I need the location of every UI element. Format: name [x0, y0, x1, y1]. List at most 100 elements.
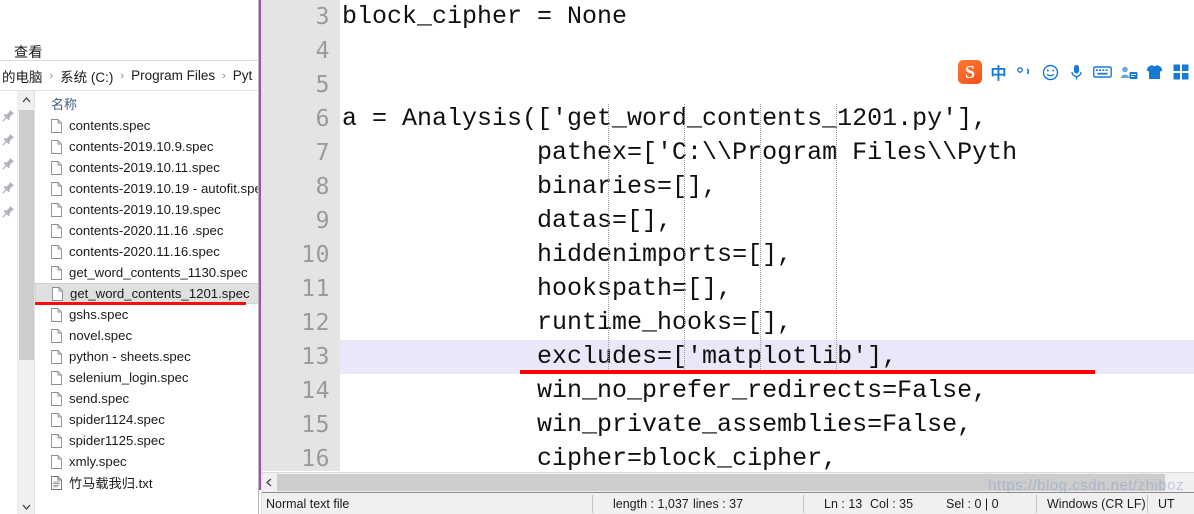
status-lines: lines : 37	[693, 496, 744, 511]
file-icon	[51, 412, 62, 427]
code-line[interactable]: 11 hookspath=[],	[262, 272, 1194, 306]
code-line-current[interactable]: 13 excludes=['matplotlib'],	[262, 340, 1194, 374]
file-row[interactable]: python - sheets.spec	[35, 346, 262, 367]
code-line-text[interactable]: pathex=['C:\\Program Files\\Pyth	[340, 136, 1194, 170]
navigation-pane[interactable]	[0, 91, 17, 514]
breadcrumb-item[interactable]: 系统 (C:)	[58, 66, 115, 86]
explorer-ribbon-strip	[0, 0, 262, 17]
explorer-body: 名称 contents.spec contents-2019.10.9.spec c…	[0, 90, 262, 514]
keyboard-icon[interactable]	[1093, 61, 1112, 83]
file-icon	[51, 139, 62, 154]
file-icon	[51, 118, 62, 133]
code-line-text[interactable]: hookspath=[],	[340, 272, 1194, 306]
pin-icon[interactable]	[2, 181, 15, 194]
code-line-text[interactable]: block_cipher = None	[340, 0, 1194, 34]
file-name-label: 竹马载我归.txt	[69, 476, 153, 491]
code-line-text[interactable]: win_no_prefer_redirects=False,	[340, 374, 1194, 408]
pin-icon[interactable]	[2, 109, 15, 122]
code-line[interactable]: 9 datas=[],	[262, 204, 1194, 238]
file-row-selected[interactable]: get_word_contents_1201.spec	[35, 283, 262, 304]
code-line[interactable]: 7 pathex=['C:\\Program Files\\Pyth	[262, 136, 1194, 170]
file-row[interactable]: contents-2019.10.19 - autofit.spe	[35, 178, 262, 199]
chevron-up-icon[interactable]	[18, 91, 35, 108]
file-icon	[51, 391, 62, 406]
file-name-label: spider1124.spec	[69, 412, 165, 427]
file-name-label: contents-2019.10.11.spec	[69, 160, 220, 175]
code-line[interactable]: 6a = Analysis(['get_word_contents_1201.p…	[262, 102, 1194, 136]
code-line[interactable]: 16 cipher=block_cipher,	[262, 442, 1194, 471]
pin-icon[interactable]	[2, 157, 15, 170]
status-length: length : 1,037	[613, 496, 689, 511]
file-name-label: spider1125.spec	[69, 433, 165, 448]
code-line-text[interactable]: binaries=[],	[340, 170, 1194, 204]
file-row[interactable]: novel.spec	[35, 325, 262, 346]
file-name-label: python - sheets.spec	[69, 349, 191, 364]
sogou-ime-toolbar[interactable]: S 中	[956, 57, 1192, 87]
chinese-mode-icon[interactable]: 中	[989, 61, 1008, 83]
line-number: 4	[262, 34, 340, 68]
code-line[interactable]: 12 runtime_hooks=[],	[262, 306, 1194, 340]
file-row[interactable]: send.spec	[35, 388, 262, 409]
file-icon	[51, 244, 62, 259]
chevron-left-icon[interactable]	[262, 473, 276, 492]
code-line[interactable]: 10 hiddenimports=[],	[262, 238, 1194, 272]
file-row[interactable]: 竹马载我归.txt	[35, 472, 262, 493]
file-row[interactable]: get_word_contents_1130.spec	[35, 262, 262, 283]
hscrollbar-thumb[interactable]	[277, 474, 1165, 491]
tab-view[interactable]: 查看	[14, 42, 43, 62]
breadcrumb-item[interactable]: 的电脑	[0, 66, 45, 86]
nav-vertical-scrollbar[interactable]	[17, 91, 35, 514]
code-line[interactable]: 3 block_cipher = None	[262, 0, 1194, 34]
red-annotation-underline-file	[35, 302, 246, 305]
file-row[interactable]: gshs.spec	[35, 304, 262, 325]
line-number: 12	[262, 306, 340, 340]
pin-icon[interactable]	[2, 205, 15, 218]
file-row[interactable]: spider1125.spec	[35, 430, 262, 451]
microphone-icon[interactable]	[1067, 61, 1086, 83]
file-row[interactable]: contents-2020.11.16 .spec	[35, 220, 262, 241]
status-doc-type: Normal text file	[266, 496, 350, 511]
code-line[interactable]: 8 binaries=[],	[262, 170, 1194, 204]
code-line[interactable]: 14 win_no_prefer_redirects=False,	[262, 374, 1194, 408]
file-row[interactable]: contents.spec	[35, 115, 262, 136]
file-explorer-window: 查看 的电脑 › 系统 (C:) › Program Files › Pyt 名称 cont…	[0, 0, 262, 514]
file-row[interactable]: contents-2019.10.19.spec	[35, 199, 262, 220]
line-number: 11	[262, 272, 340, 306]
nav-scrollbar-thumb[interactable]	[19, 110, 34, 360]
code-line-text[interactable]: datas=[],	[340, 204, 1194, 238]
code-line-text[interactable]: runtime_hooks=[],	[340, 306, 1194, 340]
code-line-text[interactable]: a = Analysis(['get_word_contents_1201.py…	[340, 102, 1194, 136]
sogou-logo-icon[interactable]: S	[958, 60, 982, 84]
file-row[interactable]: contents-2020.11.16.spec	[35, 241, 262, 262]
punctuation-icon[interactable]	[1015, 61, 1034, 83]
code-line-text[interactable]: hiddenimports=[],	[340, 238, 1194, 272]
file-row[interactable]: selenium_login.spec	[35, 367, 262, 388]
column-header-name[interactable]: 名称	[35, 91, 262, 115]
file-name-label: contents-2019.10.19 - autofit.spe	[69, 181, 262, 196]
pin-icon[interactable]	[2, 133, 15, 146]
file-row[interactable]: spider1124.spec	[35, 409, 262, 430]
breadcrumb-separator: ›	[120, 69, 125, 82]
code-line-text[interactable]: win_private_assemblies=False,	[340, 408, 1194, 442]
line-number: 16	[262, 442, 340, 471]
file-icon	[51, 223, 62, 238]
status-encoding: UT	[1158, 496, 1175, 511]
file-row[interactable]: contents-2019.10.9.spec	[35, 136, 262, 157]
breadcrumb-item[interactable]: Program Files	[129, 68, 217, 83]
file-icon	[51, 307, 62, 322]
file-row[interactable]: contents-2019.10.11.spec	[35, 157, 262, 178]
chevron-down-icon[interactable]	[18, 498, 35, 514]
breadcrumb-item[interactable]: Pyt	[231, 68, 255, 83]
file-name-label: contents.spec	[69, 118, 151, 133]
file-name-label: get_word_contents_1130.spec	[69, 265, 248, 280]
editor-horizontal-scrollbar[interactable]	[262, 472, 1194, 492]
breadcrumb[interactable]: 的电脑 › 系统 (C:) › Program Files › Pyt	[0, 61, 262, 90]
skin-icon[interactable]	[1145, 61, 1164, 83]
code-line-text[interactable]: excludes=['matplotlib'],	[340, 340, 1194, 374]
code-line[interactable]: 15 win_private_assemblies=False,	[262, 408, 1194, 442]
apps-grid-icon[interactable]	[1171, 61, 1190, 83]
file-row[interactable]: xmly.spec	[35, 451, 262, 472]
code-line-text[interactable]: cipher=block_cipher,	[340, 442, 1194, 471]
user-card-icon[interactable]	[1119, 61, 1138, 83]
emoji-icon[interactable]	[1041, 61, 1060, 83]
